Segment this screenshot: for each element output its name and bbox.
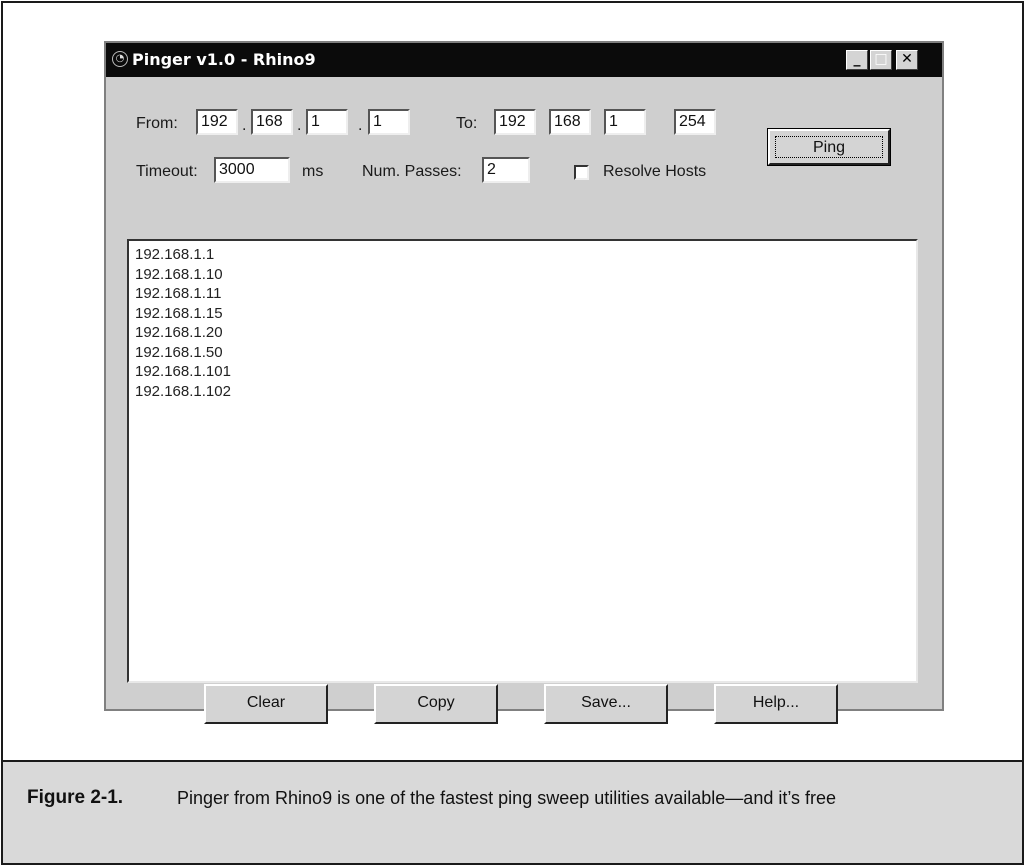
result-item[interactable]: 192.168.1.11 — [135, 284, 910, 304]
to-octet-3[interactable]: 1 — [604, 109, 646, 135]
ping-button[interactable]: Ping — [767, 128, 891, 166]
copy-button[interactable]: Copy — [374, 684, 498, 724]
octet-dot: . — [358, 117, 363, 134]
result-item[interactable]: 192.168.1.15 — [135, 304, 910, 324]
maximize-button[interactable]: □ — [870, 50, 892, 70]
passes-input[interactable]: 2 — [482, 157, 530, 183]
close-button[interactable]: ✕ — [896, 50, 918, 70]
result-item[interactable]: 192.168.1.10 — [135, 265, 910, 285]
result-item[interactable]: 192.168.1.20 — [135, 323, 910, 343]
to-octet-2[interactable]: 168 — [549, 109, 591, 135]
to-octet-1[interactable]: 192 — [494, 109, 536, 135]
from-octet-4[interactable]: 1 — [368, 109, 410, 135]
timeout-input[interactable]: 3000 — [214, 157, 290, 183]
save-button[interactable]: Save... — [544, 684, 668, 724]
from-octet-3[interactable]: 1 — [306, 109, 348, 135]
app-icon[interactable]: ◔ — [112, 51, 128, 67]
timeout-unit: ms — [302, 163, 324, 180]
result-item[interactable]: 192.168.1.50 — [135, 343, 910, 363]
help-button[interactable]: Help... — [714, 684, 838, 724]
octet-dot: . — [242, 117, 247, 134]
octet-dot: . — [297, 117, 302, 134]
results-list[interactable]: 192.168.1.1 192.168.1.10 192.168.1.11 192.1… — [127, 239, 918, 683]
clear-button[interactable]: Clear — [204, 684, 328, 724]
figure-caption: Pinger from Rhino9 is one of the fastest… — [177, 788, 837, 808]
from-label: From: — [136, 115, 178, 132]
to-octet-4[interactable]: 254 — [674, 109, 716, 135]
minimize-button[interactable]: _ — [846, 50, 868, 70]
window-title: Pinger v1.0 - Rhino9 — [132, 50, 316, 69]
passes-label: Num. Passes: — [362, 163, 462, 180]
pinger-window: ◔ Pinger v1.0 - Rhino9 _ □ ✕ From: 192 .… — [104, 41, 944, 724]
title-bar[interactable]: ◔ Pinger v1.0 - Rhino9 _ □ ✕ — [106, 43, 942, 77]
from-octet-1[interactable]: 192 — [196, 109, 238, 135]
ping-button-label: Ping — [775, 136, 883, 158]
from-octet-2[interactable]: 168 — [251, 109, 293, 135]
resolve-hosts-label[interactable]: Resolve Hosts — [603, 163, 706, 181]
caption-bar: Figure 2-1. Pinger from Rhino9 is one of… — [1, 760, 1024, 865]
to-label: To: — [456, 115, 478, 132]
result-item[interactable]: 192.168.1.102 — [135, 382, 910, 402]
figure-label: Figure 2-1. — [27, 787, 124, 808]
result-item[interactable]: 192.168.1.101 — [135, 362, 910, 382]
result-item[interactable]: 192.168.1.1 — [135, 245, 910, 265]
timeout-label: Timeout: — [136, 163, 198, 180]
resolve-hosts-checkbox[interactable] — [574, 165, 589, 180]
